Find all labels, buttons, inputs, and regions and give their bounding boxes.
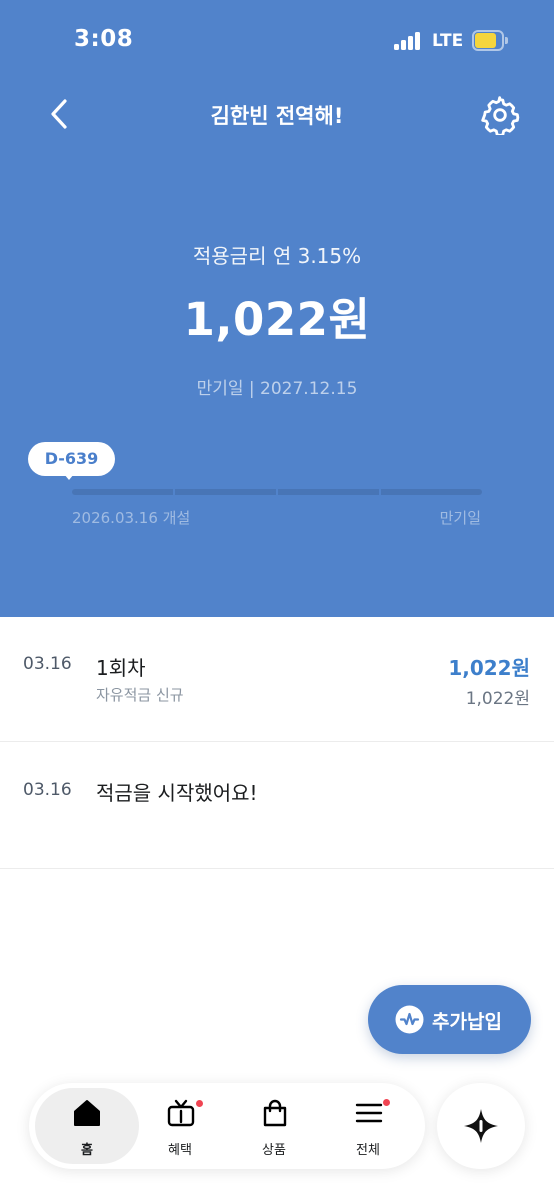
tab-products-label: 상품 — [262, 1143, 286, 1158]
maturity-date: 만기일 | 2027.12.15 — [196, 379, 358, 399]
dday-badge: D-639 — [28, 442, 115, 476]
tab-benefits[interactable]: 혜택 — [133, 1083, 227, 1169]
tab-products[interactable]: 상품 — [227, 1083, 321, 1169]
settings-button[interactable] — [480, 95, 520, 137]
deposit-icon — [395, 1005, 424, 1034]
account-header: 3:08 LTE 김한빈 전역해! 적용금리 연 3.15% 1,022원 만기… — [0, 0, 554, 617]
maturity-label: 만기일 — [439, 509, 481, 527]
signal-icon — [394, 32, 424, 50]
menu-icon — [355, 1103, 383, 1123]
home-icon — [74, 1100, 100, 1126]
page-title: 김한빈 전역해! — [210, 104, 344, 128]
transaction-date: 03.16 — [23, 654, 72, 674]
tab-benefits-label: 혜택 — [168, 1143, 192, 1158]
tab-all-label: 전체 — [356, 1143, 380, 1158]
status-bar: 3:08 LTE — [0, 0, 554, 84]
transaction-subtitle: 자유적금 신규 — [96, 686, 184, 704]
bottom-tab-bar: 홈 혜택 상품 전체 — [29, 1083, 425, 1169]
dday-badge-pointer — [64, 474, 74, 480]
tab-home-label: 홈 — [81, 1143, 93, 1158]
transaction-row: 03.16 적금을 시작했어요! — [0, 742, 554, 869]
tab-all[interactable]: 전체 — [321, 1083, 415, 1169]
sparkle-icon — [464, 1109, 498, 1143]
savings-progress-bar — [72, 489, 482, 495]
interest-rate: 적용금리 연 3.15% — [192, 244, 362, 268]
network-type: LTE — [432, 31, 464, 51]
status-time: 3:08 — [74, 26, 134, 52]
shopping-bag-icon — [263, 1099, 287, 1127]
transaction-title: 1회차 — [96, 656, 146, 680]
open-date: 2026.03.16 개설 — [72, 509, 191, 527]
transaction-balance: 1,022원 — [465, 689, 530, 709]
additional-deposit-label: 추가납입 — [432, 1011, 502, 1033]
ai-assistant-button[interactable] — [437, 1083, 525, 1169]
battery-icon — [472, 30, 508, 51]
transaction-date: 03.16 — [23, 780, 72, 800]
balance-amount: 1,022원 — [183, 293, 371, 346]
gear-icon — [481, 96, 520, 137]
tab-home[interactable]: 홈 — [35, 1088, 139, 1164]
notification-dot — [196, 1100, 203, 1107]
notification-dot — [383, 1099, 390, 1106]
tv-icon — [167, 1099, 195, 1127]
transaction-title: 적금을 시작했어요! — [96, 781, 258, 805]
transaction-amount: 1,022원 — [448, 656, 530, 680]
transaction-row[interactable]: 03.16 1회차 자유적금 신규 1,022원 1,022원 — [0, 617, 554, 742]
additional-deposit-button[interactable]: 추가납입 — [368, 985, 531, 1054]
